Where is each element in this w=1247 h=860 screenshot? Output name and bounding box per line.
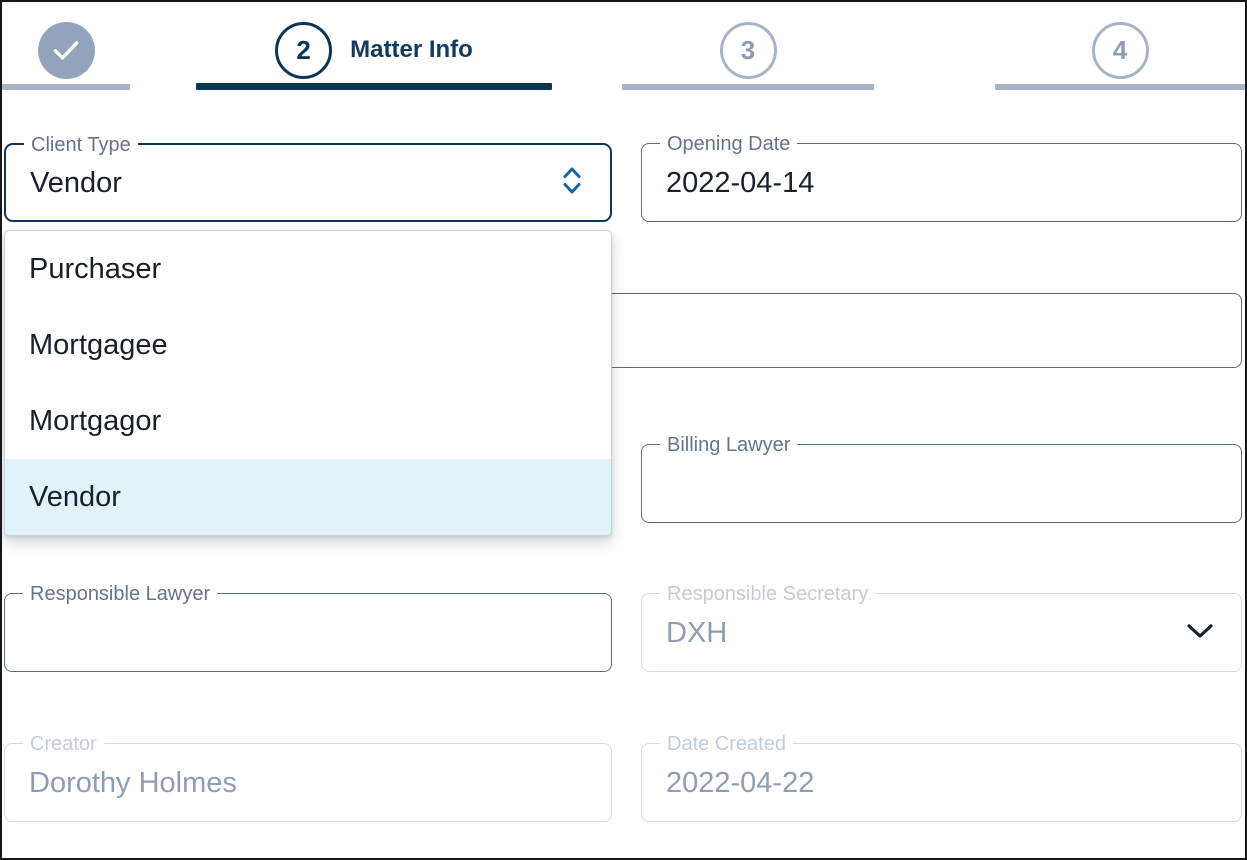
step-3-underline [622, 84, 874, 90]
step-1-check-circle [37, 21, 95, 79]
responsible-lawyer-label: Responsible Lawyer [23, 581, 218, 607]
step-1-completed[interactable] [2, 2, 130, 98]
chevron-down-icon[interactable] [1185, 620, 1215, 645]
responsible-lawyer-field[interactable]: Responsible Lawyer [4, 581, 612, 672]
stepper-nav: 2 Matter Info 3 4 [2, 2, 1245, 98]
date-created-label: Date Created [660, 731, 793, 757]
creator-field: Creator Dorothy Holmes [4, 731, 612, 822]
step-2-number-circle: 2 [275, 21, 333, 79]
creator-value: Dorothy Holmes [29, 766, 237, 799]
creator-label: Creator [23, 731, 104, 757]
responsible-secretary-label: Responsible Secretary [660, 581, 876, 607]
responsible-secretary-value: DXH [666, 616, 728, 649]
step-2-underline [196, 83, 552, 90]
step-3[interactable]: 3 [622, 2, 874, 98]
dropdown-option-mortgagor[interactable]: Mortgagor [5, 383, 611, 459]
dropdown-option-purchaser[interactable]: Purchaser [5, 231, 611, 307]
step-1-underline [2, 84, 130, 90]
step-2-number: 2 [296, 34, 311, 65]
opening-date-label: Opening Date [660, 131, 798, 157]
step-4[interactable]: 4 [995, 2, 1245, 98]
client-type-dropdown-menu[interactable]: Purchaser Mortgagee Mortgagor Vendor [4, 230, 612, 536]
billing-lawyer-field[interactable]: Billing Lawyer [641, 432, 1242, 523]
opening-date-value: 2022-04-14 [666, 166, 815, 199]
step-2-label: Matter Info [350, 36, 473, 63]
dropdown-option-label: Mortgagee [29, 329, 168, 361]
step-3-number-circle: 3 [719, 21, 777, 79]
dropdown-option-vendor[interactable]: Vendor [5, 459, 611, 535]
dropdown-option-label: Mortgagor [29, 405, 162, 437]
check-icon [49, 33, 83, 67]
step-4-underline [995, 84, 1245, 90]
up-down-chevron-icon[interactable] [560, 162, 584, 203]
step-4-number-circle: 4 [1091, 21, 1149, 79]
dropdown-option-mortgagee[interactable]: Mortgagee [5, 307, 611, 383]
dropdown-option-label: Purchaser [29, 253, 162, 285]
client-type-value: Vendor [30, 166, 122, 199]
responsible-secretary-select[interactable]: Responsible Secretary DXH [641, 581, 1242, 672]
matter-info-page: 2 Matter Info 3 4 Client Type Vendor Ope… [0, 0, 1247, 860]
client-type-select[interactable]: Client Type Vendor [4, 132, 612, 222]
step-4-number: 4 [1112, 34, 1128, 65]
billing-lawyer-label: Billing Lawyer [660, 432, 798, 458]
dropdown-option-label: Vendor [29, 481, 121, 513]
client-type-label: Client Type [24, 132, 138, 158]
opening-date-field[interactable]: Opening Date 2022-04-14 [641, 131, 1242, 222]
date-created-value: 2022-04-22 [666, 766, 815, 799]
step-3-number: 3 [740, 34, 756, 65]
step-2-matter-info[interactable]: 2 Matter Info [196, 2, 552, 98]
date-created-field: Date Created 2022-04-22 [641, 731, 1242, 822]
